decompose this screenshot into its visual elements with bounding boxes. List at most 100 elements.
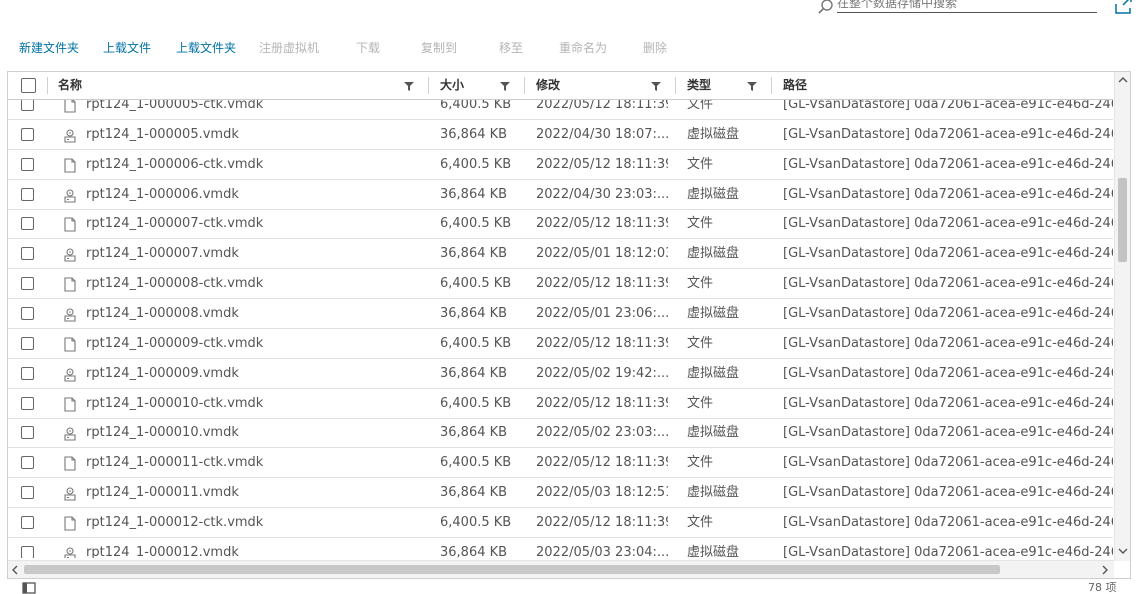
column-separator xyxy=(428,77,429,94)
table-row[interactable]: rpt124_1-000010-ctk.vmdk 6,400.5 KB 2022/0… xyxy=(8,389,1113,419)
file-name[interactable]: rpt124_1-000005.vmdk xyxy=(86,120,421,149)
table-row[interactable]: rpt124_1-000009.vmdk 36,864 KB 2022/05/02 … xyxy=(8,359,1113,389)
copy-to-button[interactable]: 复制到 xyxy=(421,38,457,58)
row-checkbox[interactable] xyxy=(21,247,34,261)
filter-icon[interactable] xyxy=(747,81,757,91)
file-size: 6,400.5 KB xyxy=(440,455,512,471)
vertical-scrollbar[interactable] xyxy=(1114,72,1130,561)
table-row[interactable]: rpt124_1-000008.vmdk 36,864 KB 2022/05/01 … xyxy=(8,299,1113,329)
file-name[interactable]: rpt124_1-000011-ctk.vmdk xyxy=(86,448,421,477)
table-row[interactable]: rpt124_1-000012.vmdk 36,864 KB 2022/05/03 … xyxy=(8,538,1113,558)
file-name[interactable]: rpt124_1-000005-ctk.vmdk xyxy=(86,100,421,119)
select-all-checkbox[interactable] xyxy=(21,78,36,93)
file-name[interactable]: rpt124_1-000009.vmdk xyxy=(86,359,421,388)
table-row[interactable]: rpt124_1-000008-ctk.vmdk 6,400.5 KB 2022/0… xyxy=(8,269,1113,300)
file-path: [GL-VsanDatastore] 0da72061-acea-e91c-e4… xyxy=(783,395,1113,411)
row-checkbox[interactable] xyxy=(21,217,34,231)
table-row[interactable]: rpt124_1-000005-ctk.vmdk 6,400.5 KB 2022/0… xyxy=(8,100,1113,120)
file-size: 36,864 KB xyxy=(440,126,508,142)
delete-button[interactable]: 删除 xyxy=(643,38,667,58)
popout-icon[interactable] xyxy=(1112,0,1134,16)
table-row[interactable]: rpt124_1-000010.vmdk 36,864 KB 2022/05/02 … xyxy=(8,418,1113,449)
table-row[interactable]: rpt124_1-000011.vmdk 36,864 KB 2022/05/03 … xyxy=(8,478,1113,509)
file-name[interactable]: rpt124_1-000012-ctk.vmdk xyxy=(86,508,421,537)
file-type: 文件 xyxy=(687,216,714,232)
file-name[interactable]: rpt124_1-000008.vmdk xyxy=(86,299,421,328)
file-name[interactable]: rpt124_1-000007-ctk.vmdk xyxy=(86,209,421,238)
download-button[interactable]: 下载 xyxy=(356,38,380,58)
column-header-path[interactable]: 路径 xyxy=(783,72,807,99)
row-checkbox[interactable] xyxy=(21,306,34,320)
virtual-disk-icon xyxy=(64,487,76,501)
table-row[interactable]: rpt124_1-000009-ctk.vmdk 6,400.5 KB 2022/0… xyxy=(8,329,1113,359)
search-icon[interactable] xyxy=(817,0,835,16)
file-icon xyxy=(64,396,76,412)
row-checkbox[interactable] xyxy=(21,426,34,440)
virtual-disk-icon xyxy=(64,308,76,322)
file-size: 36,864 KB xyxy=(440,425,508,441)
row-checkbox[interactable] xyxy=(21,396,34,410)
row-checkbox[interactable] xyxy=(21,187,34,201)
table-row[interactable]: rpt124_1-000005.vmdk 36,864 KB 2022/04/30 … xyxy=(8,120,1113,150)
row-checkbox[interactable] xyxy=(21,127,34,141)
column-toggle-icon[interactable] xyxy=(22,582,36,594)
file-type: 文件 xyxy=(687,455,714,471)
horizontal-scroll-thumb[interactable] xyxy=(24,565,1000,574)
file-path: [GL-VsanDatastore] 0da72061-acea-e91c-e4… xyxy=(783,216,1113,232)
file-modified: 2022/04/30 23:03:... xyxy=(536,186,668,202)
column-header-size[interactable]: 大小 xyxy=(440,72,464,99)
file-size: 36,864 KB xyxy=(440,305,508,321)
table-row[interactable]: rpt124_1-000007.vmdk 36,864 KB 2022/05/01 … xyxy=(8,239,1113,270)
column-separator xyxy=(524,77,525,94)
file-modified: 2022/05/12 18:11:39 xyxy=(536,335,668,351)
new-folder-button[interactable]: 新建文件夹 xyxy=(19,38,79,58)
row-checkbox[interactable] xyxy=(21,515,34,529)
file-name[interactable]: rpt124_1-000006-ctk.vmdk xyxy=(86,150,421,179)
file-name[interactable]: rpt124_1-000007.vmdk xyxy=(86,239,421,268)
vertical-scroll-thumb[interactable] xyxy=(1118,178,1127,262)
file-name[interactable]: rpt124_1-000009-ctk.vmdk xyxy=(86,329,421,358)
table-row[interactable]: rpt124_1-000006.vmdk 36,864 KB 2022/04/30 … xyxy=(8,180,1113,210)
scroll-left-icon[interactable] xyxy=(10,565,20,575)
row-checkbox[interactable] xyxy=(21,336,34,350)
file-path: [GL-VsanDatastore] 0da72061-acea-e91c-e4… xyxy=(783,365,1113,381)
row-checkbox[interactable] xyxy=(21,456,34,470)
file-name[interactable]: rpt124_1-000008-ctk.vmdk xyxy=(86,269,421,298)
file-name[interactable]: rpt124_1-000011.vmdk xyxy=(86,478,421,507)
scroll-right-icon[interactable] xyxy=(1100,565,1110,575)
move-to-button[interactable]: 移至 xyxy=(499,38,523,58)
row-checkbox[interactable] xyxy=(21,366,34,380)
column-header-type[interactable]: 类型 xyxy=(687,72,711,99)
row-checkbox[interactable] xyxy=(21,100,34,111)
register-vm-button[interactable]: 注册虚拟机 xyxy=(259,38,319,58)
search-input[interactable] xyxy=(837,0,1097,13)
row-checkbox[interactable] xyxy=(21,486,34,500)
upload-folder-button[interactable]: 上载文件夹 xyxy=(176,38,236,58)
row-checkbox[interactable] xyxy=(21,277,34,291)
table-row[interactable]: rpt124_1-000012-ctk.vmdk 6,400.5 KB 2022/0… xyxy=(8,508,1113,538)
file-size: 6,400.5 KB xyxy=(440,276,512,292)
column-header-name[interactable]: 名称 xyxy=(58,72,82,99)
virtual-disk-icon xyxy=(64,188,76,203)
horizontal-scrollbar[interactable] xyxy=(8,560,1114,578)
upload-file-button[interactable]: 上载文件 xyxy=(103,38,151,58)
column-header-modified[interactable]: 修改 xyxy=(536,72,560,99)
row-checkbox[interactable] xyxy=(21,545,34,558)
scroll-up-icon[interactable] xyxy=(1118,75,1128,85)
file-type: 虚拟磁盘 xyxy=(687,246,740,262)
scroll-down-icon[interactable] xyxy=(1118,546,1128,556)
file-size: 36,864 KB xyxy=(440,544,508,558)
file-name[interactable]: rpt124_1-000012.vmdk xyxy=(86,538,421,558)
file-name[interactable]: rpt124_1-000010.vmdk xyxy=(86,418,421,447)
file-toolbar: 新建文件夹 上载文件 上载文件夹 注册虚拟机 下载 复制到 移至 重命名为 删除 xyxy=(0,38,700,58)
file-name[interactable]: rpt124_1-000010-ctk.vmdk xyxy=(86,389,421,418)
filter-icon[interactable] xyxy=(404,81,414,91)
table-row[interactable]: rpt124_1-000011-ctk.vmdk 6,400.5 KB 2022/0… xyxy=(8,448,1113,479)
filter-icon[interactable] xyxy=(500,81,510,91)
rename-button[interactable]: 重命名为 xyxy=(559,38,607,58)
file-name[interactable]: rpt124_1-000006.vmdk xyxy=(86,180,421,209)
row-checkbox[interactable] xyxy=(21,157,34,171)
filter-icon[interactable] xyxy=(651,81,661,91)
table-row[interactable]: rpt124_1-000007-ctk.vmdk 6,400.5 KB 2022/0… xyxy=(8,209,1113,240)
table-row[interactable]: rpt124_1-000006-ctk.vmdk 6,400.5 KB 2022/0… xyxy=(8,150,1113,180)
